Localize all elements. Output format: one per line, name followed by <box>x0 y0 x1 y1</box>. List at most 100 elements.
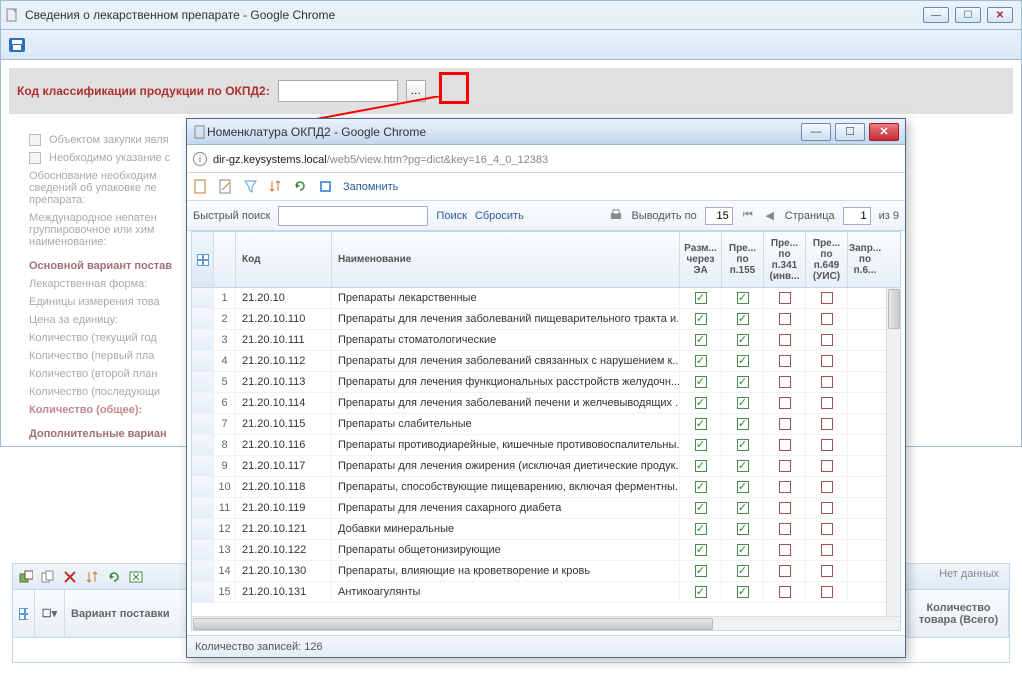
copy-icon[interactable] <box>41 570 55 584</box>
row-selector[interactable] <box>192 414 214 434</box>
popup-close-button[interactable]: ✕ <box>869 123 899 141</box>
checkbox-icon[interactable] <box>737 460 749 472</box>
checkbox-icon[interactable] <box>695 481 707 493</box>
table-row[interactable]: 821.20.10.116Препараты противодиарейные,… <box>192 435 900 456</box>
cell-check[interactable] <box>722 561 764 581</box>
cell-check[interactable] <box>680 456 722 476</box>
cell-check[interactable] <box>722 540 764 560</box>
checkbox-icon[interactable] <box>29 152 41 164</box>
insert-icon[interactable] <box>19 570 33 584</box>
edit-icon[interactable] <box>218 179 233 194</box>
checkbox-icon[interactable] <box>695 292 707 304</box>
cell-check[interactable] <box>806 561 848 581</box>
checkbox-icon[interactable] <box>779 292 791 304</box>
table-row[interactable]: 1521.20.10.131Антикоагулянты <box>192 582 900 603</box>
table-row[interactable]: 1221.20.10.121Добавки минеральные <box>192 519 900 540</box>
cell-check[interactable] <box>764 309 806 329</box>
table-row[interactable]: 421.20.10.112Препараты для лечения забол… <box>192 351 900 372</box>
cell-check[interactable] <box>722 477 764 497</box>
checkbox-icon[interactable] <box>695 355 707 367</box>
main-titlebar[interactable]: Сведения о лекарственном препарате - Goo… <box>1 1 1021 29</box>
cell-check[interactable] <box>764 393 806 413</box>
page-size-input[interactable] <box>705 207 733 225</box>
sort-icon[interactable] <box>85 570 99 584</box>
checkbox-icon[interactable] <box>821 523 833 535</box>
checkbox-icon[interactable] <box>821 586 833 598</box>
checkbox-icon[interactable] <box>737 544 749 556</box>
cell-check[interactable] <box>722 309 764 329</box>
print-icon[interactable] <box>609 209 623 223</box>
checkbox-icon[interactable] <box>737 355 749 367</box>
table-row[interactable]: 1121.20.10.119Препараты для лечения саха… <box>192 498 900 519</box>
cell-check[interactable] <box>722 330 764 350</box>
cell-check[interactable] <box>722 582 764 602</box>
checkbox-icon[interactable] <box>821 334 833 346</box>
cell-check[interactable] <box>722 456 764 476</box>
excel-icon[interactable] <box>129 570 143 584</box>
refresh-icon[interactable] <box>107 570 121 584</box>
cell-check[interactable] <box>764 330 806 350</box>
prev-page-button[interactable]: ◀ <box>763 209 777 223</box>
cell-check[interactable] <box>680 540 722 560</box>
cell-check[interactable] <box>806 414 848 434</box>
scrollbar-thumb[interactable] <box>888 289 900 329</box>
table-row[interactable]: 121.20.10Препараты лекарственные <box>192 288 900 309</box>
cell-check[interactable] <box>722 414 764 434</box>
row-selector[interactable] <box>192 477 214 497</box>
row-selector[interactable] <box>192 582 214 602</box>
row-selector[interactable] <box>192 351 214 371</box>
cell-check[interactable] <box>806 582 848 602</box>
checkbox-icon[interactable] <box>821 481 833 493</box>
row-selector[interactable] <box>192 456 214 476</box>
cell-check[interactable] <box>680 477 722 497</box>
row-selector[interactable] <box>192 561 214 581</box>
table-row[interactable]: 221.20.10.110Препараты для лечения забол… <box>192 309 900 330</box>
checkbox-icon[interactable] <box>779 502 791 514</box>
cell-check[interactable] <box>806 519 848 539</box>
table-row[interactable]: 521.20.10.113Препараты для лечения функц… <box>192 372 900 393</box>
cell-check[interactable] <box>680 393 722 413</box>
checkbox-icon[interactable] <box>737 586 749 598</box>
maximize-button[interactable]: ☐ <box>955 7 981 23</box>
checkbox-icon[interactable] <box>821 397 833 409</box>
checkbox-icon[interactable] <box>737 334 749 346</box>
checkbox-icon[interactable] <box>821 292 833 304</box>
cell-check[interactable] <box>764 498 806 518</box>
cell-check[interactable] <box>722 288 764 308</box>
checkbox-icon[interactable] <box>695 502 707 514</box>
checkbox-icon[interactable] <box>779 544 791 556</box>
checkbox-icon[interactable] <box>737 439 749 451</box>
popup-titlebar[interactable]: Номенклатура ОКПД2 - Google Chrome — ☐ ✕ <box>187 119 905 145</box>
checkbox-icon[interactable] <box>695 397 707 409</box>
row-selector[interactable] <box>192 435 214 455</box>
cell-check[interactable] <box>680 309 722 329</box>
cell-check[interactable] <box>722 393 764 413</box>
cell-check[interactable] <box>680 498 722 518</box>
cell-check[interactable] <box>722 351 764 371</box>
row-selector[interactable] <box>192 372 214 392</box>
col5-header[interactable]: Запр... по п.6... <box>848 232 882 287</box>
checkbox-icon[interactable] <box>821 565 833 577</box>
checkbox-icon[interactable] <box>695 313 707 325</box>
cell-check[interactable] <box>764 351 806 371</box>
cell-check[interactable] <box>806 309 848 329</box>
checkbox-icon[interactable] <box>821 502 833 514</box>
cell-check[interactable] <box>764 582 806 602</box>
table-row[interactable]: 321.20.10.111Препараты стоматологические <box>192 330 900 351</box>
col1-header[interactable]: Разм... через ЭА <box>680 232 722 287</box>
settings-icon[interactable] <box>318 179 333 194</box>
checkbox-icon[interactable] <box>695 418 707 430</box>
cell-check[interactable] <box>722 519 764 539</box>
remember-link[interactable]: Запомнить <box>343 181 398 193</box>
checkbox-icon[interactable] <box>695 565 707 577</box>
checkbox-icon[interactable] <box>737 292 749 304</box>
checkbox-icon[interactable] <box>779 376 791 388</box>
save-icon[interactable] <box>9 38 25 52</box>
cell-check[interactable] <box>806 498 848 518</box>
checkbox-icon[interactable] <box>737 523 749 535</box>
cell-check[interactable] <box>722 498 764 518</box>
checkbox-icon[interactable] <box>821 418 833 430</box>
row-selector[interactable] <box>192 540 214 560</box>
qty-column[interactable]: Количество товара (Всего) <box>909 590 1009 637</box>
cell-check[interactable] <box>764 456 806 476</box>
